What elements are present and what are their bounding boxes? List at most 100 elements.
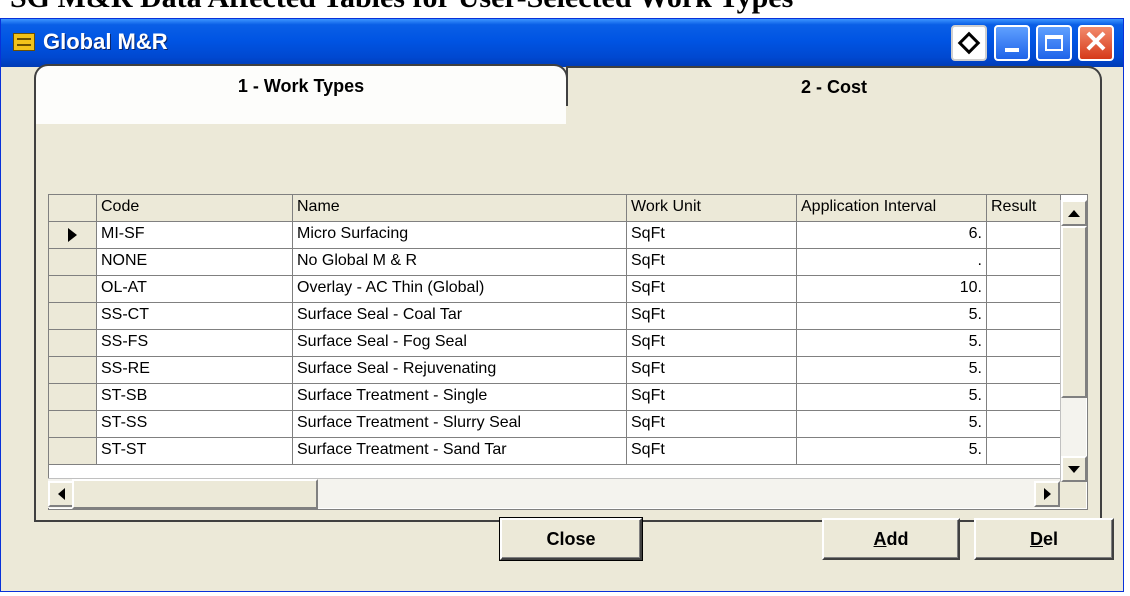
scroll-left-button[interactable] [48,481,74,507]
cell-application-interval[interactable]: 5. [797,384,987,411]
cell-application-interval[interactable]: . [797,249,987,276]
cell-result[interactable] [987,276,1061,303]
column-header-name[interactable]: Name [293,195,627,222]
cell-result[interactable] [987,303,1061,330]
horizontal-scroll-thumb[interactable] [72,479,318,509]
cell-code[interactable]: SS-RE [97,357,293,384]
row-selector[interactable] [49,249,97,276]
vertical-scrollbar[interactable] [1060,200,1087,482]
work-types-grid: Code Name Work Unit Application Interval… [48,194,1088,510]
table-row[interactable]: SS-RE Surface Seal - Rejuvenating SqFt 5. [49,357,1061,384]
cell-code[interactable]: ST-SB [97,384,293,411]
add-button[interactable]: Add [822,518,960,560]
vertical-scroll-thumb[interactable] [1061,226,1087,398]
delete-button[interactable]: Del [974,518,1114,560]
table-row[interactable]: SS-FS Surface Seal - Fog Seal SqFt 5. [49,330,1061,357]
table-row[interactable]: OL-AT Overlay - AC Thin (Global) SqFt 10. [49,276,1061,303]
cell-name[interactable]: Surface Treatment - Sand Tar [293,438,627,465]
row-selector[interactable] [49,222,97,249]
cell-name[interactable]: No Global M & R [293,249,627,276]
table-row[interactable]: ST-SS Surface Treatment - Slurry Seal SqFt… [49,411,1061,438]
cell-code[interactable]: ST-ST [97,438,293,465]
cell-application-interval[interactable]: 5. [797,303,987,330]
cell-name[interactable]: Surface Seal - Coal Tar [293,303,627,330]
tab-cost[interactable]: 2 - Cost [566,66,1102,106]
cell-application-interval[interactable]: 5. [797,357,987,384]
column-header-work-unit[interactable]: Work Unit [627,195,797,222]
cell-result[interactable] [987,249,1061,276]
cell-result[interactable] [987,222,1061,249]
cell-result[interactable] [987,357,1061,384]
close-button[interactable]: Close [499,517,643,561]
table-row[interactable]: MI-SF Micro Surfacing SqFt 6. [49,222,1061,249]
scroll-right-button[interactable] [1034,481,1060,507]
cell-code[interactable]: NONE [97,249,293,276]
row-selector[interactable] [49,330,97,357]
maximize-button[interactable] [1036,25,1072,61]
row-selector[interactable] [49,357,97,384]
document-heading: SG M&R Data Affected Tables for User-Sel… [10,0,1120,16]
table-row[interactable]: ST-SB Surface Treatment - Single SqFt 5. [49,384,1061,411]
cell-result[interactable] [987,411,1061,438]
cell-result[interactable] [987,438,1061,465]
header-corner-cell [49,195,97,222]
cell-application-interval[interactable]: 5. [797,438,987,465]
cell-application-interval[interactable]: 5. [797,411,987,438]
grid-header-row: Code Name Work Unit Application Interval… [49,195,1061,222]
scrollbar-corner [1060,482,1086,508]
cell-name[interactable]: Micro Surfacing [293,222,627,249]
app-window-icon [13,33,35,51]
title-bar[interactable]: Global M&R ✕ [1,19,1123,67]
cell-code[interactable]: SS-FS [97,330,293,357]
cell-name[interactable]: Overlay - AC Thin (Global) [293,276,627,303]
cell-name[interactable]: Surface Treatment - Single [293,384,627,411]
scroll-left-icon [57,488,65,500]
cell-work-unit[interactable]: SqFt [627,222,797,249]
row-selector[interactable] [49,438,97,465]
diamond-button[interactable] [951,25,987,61]
cell-code[interactable]: ST-SS [97,411,293,438]
cell-result[interactable] [987,330,1061,357]
row-selector[interactable] [49,384,97,411]
cell-name[interactable]: Surface Treatment - Slurry Seal [293,411,627,438]
scroll-down-icon [1068,465,1080,473]
del-label-post: el [1042,528,1058,549]
del-mnemonic: D [1029,528,1043,549]
cell-name[interactable]: Surface Seal - Rejuvenating [293,357,627,384]
cell-code[interactable]: MI-SF [97,222,293,249]
table-row[interactable]: NONE No Global M & R SqFt. [49,249,1061,276]
column-header-result[interactable]: Result [987,195,1061,222]
scroll-down-button[interactable] [1061,456,1087,482]
cell-work-unit[interactable]: SqFt [627,384,797,411]
cell-code[interactable]: SS-CT [97,303,293,330]
close-window-button[interactable]: ✕ [1078,25,1114,61]
cell-work-unit[interactable]: SqFt [627,330,797,357]
cell-application-interval[interactable]: 10. [797,276,987,303]
cell-work-unit[interactable]: SqFt [627,276,797,303]
cell-work-unit[interactable]: SqFt [627,303,797,330]
cell-work-unit[interactable]: SqFt [627,438,797,465]
cell-application-interval[interactable]: 5. [797,330,987,357]
scroll-right-icon [1043,488,1051,500]
table-row[interactable]: ST-ST Surface Treatment - Sand Tar SqFt 5. [49,438,1061,465]
horizontal-scrollbar[interactable] [48,478,1060,509]
minimize-button[interactable] [994,25,1030,61]
cell-application-interval[interactable]: 6. [797,222,987,249]
row-selector[interactable] [49,276,97,303]
cell-work-unit[interactable]: SqFt [627,411,797,438]
row-selector[interactable] [49,303,97,330]
add-mnemonic: A [873,528,887,549]
cell-work-unit[interactable]: SqFt [627,249,797,276]
cell-name[interactable]: Surface Seal - Fog Seal [293,330,627,357]
scroll-up-button[interactable] [1061,200,1087,226]
table-row[interactable]: SS-CT Surface Seal - Coal Tar SqFt 5. [49,303,1061,330]
diamond-icon [957,31,981,55]
tab-work-types[interactable]: 1 - Work Types [34,64,568,106]
cell-result[interactable] [987,384,1061,411]
cell-code[interactable]: OL-AT [97,276,293,303]
row-selector[interactable] [49,411,97,438]
column-header-application-interval[interactable]: Application Interval [797,195,987,222]
cell-work-unit[interactable]: SqFt [627,357,797,384]
minimize-icon [1005,48,1019,52]
column-header-code[interactable]: Code [97,195,293,222]
